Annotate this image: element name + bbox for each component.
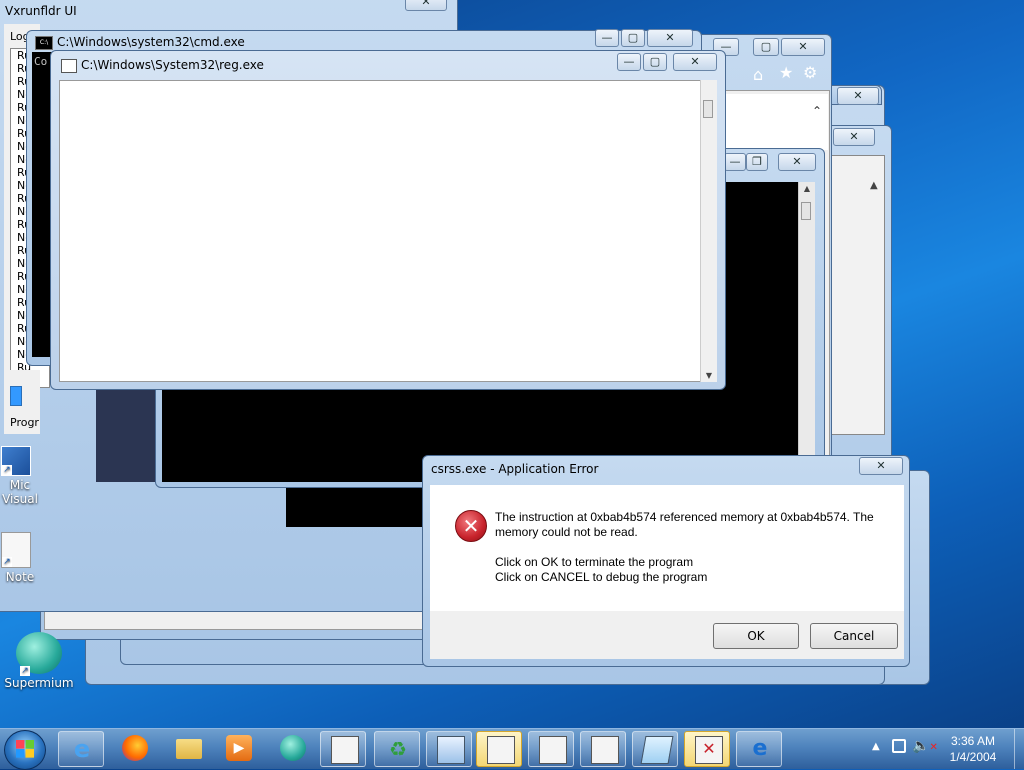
- taskbar-ie-button[interactable]: e: [58, 731, 104, 767]
- browser-top-strip: [720, 94, 828, 150]
- home-icon[interactable]: ⌂: [753, 65, 763, 84]
- desktop-icon-label: Supermium: [4, 676, 74, 690]
- reg-maximize-button[interactable]: ▢: [643, 53, 667, 71]
- reg-app-icon: [61, 59, 77, 73]
- console-mid-scrollbar[interactable]: ▲: [798, 182, 815, 482]
- desktop-icon-label-2: Visual: [2, 492, 38, 506]
- console-mid-restore-button[interactable]: ❐: [746, 153, 768, 171]
- taskbar-window-button-1[interactable]: [320, 731, 366, 767]
- cmd-minimize-button[interactable]: —: [595, 29, 619, 47]
- vxrun-close-button[interactable]: ✕: [405, 0, 447, 11]
- desktop-icon-supermium[interactable]: ↗ Supermium: [4, 632, 74, 690]
- shortcut-arrow-icon: ↗: [2, 465, 12, 475]
- cmd-maximize-button[interactable]: ▢: [621, 29, 645, 47]
- tools-gear-icon[interactable]: ⚙: [803, 63, 817, 82]
- start-button[interactable]: [4, 730, 46, 770]
- scroll-up-arrow[interactable]: ▲: [799, 184, 815, 193]
- error-hint-line-2: Click on CANCEL to debug the program: [495, 570, 708, 584]
- desktop-icon-label: Mic: [9, 478, 31, 492]
- reg-minimize-button[interactable]: —: [617, 53, 641, 71]
- cancel-button[interactable]: Cancel: [810, 623, 898, 649]
- scroll-down-arrow[interactable]: ▼: [701, 371, 717, 380]
- cmd-close-button[interactable]: ✕: [647, 29, 693, 47]
- scroll-thumb[interactable]: [703, 100, 713, 118]
- browser-close-button[interactable]: ✕: [781, 38, 825, 56]
- desktop-icon-notepad[interactable]: ↗ Note: [0, 532, 50, 584]
- reg-close-button[interactable]: ✕: [673, 53, 717, 71]
- app-window-icon: [331, 736, 359, 764]
- clock[interactable]: 3:36 AM 1/4/2004: [940, 733, 1006, 765]
- taskbar: e ▶ ♻ ✕ e ▲ 🔈✕ 3:36 AM 1/4/2004: [0, 728, 1024, 770]
- shortcut-arrow-icon: ↗: [2, 557, 12, 567]
- taskbar-ie-window-button[interactable]: e: [736, 731, 782, 767]
- vxrun-title: Vxrunfldr UI: [5, 4, 77, 18]
- favorites-star-icon[interactable]: ★: [779, 63, 793, 82]
- taskbar-recycle-bin-button[interactable]: ♻: [374, 731, 420, 767]
- taskbar-media-player-button[interactable]: ▶: [216, 731, 262, 767]
- desktop-icon-label: Note: [5, 570, 35, 584]
- bg-window-frame-3-client: [830, 155, 885, 435]
- folder-icon: [176, 739, 202, 759]
- error-message: The instruction at 0xbab4b574 referenced…: [495, 510, 895, 585]
- vxrun-progress-bar: [10, 386, 22, 406]
- error-icon: ✕: [455, 510, 487, 542]
- bg3-scroll-up[interactable]: ▲: [870, 180, 878, 191]
- visual-studio-icon: ↗: [1, 446, 31, 476]
- reg-title: C:\Windows\System32\reg.exe: [81, 58, 264, 72]
- error-hint-line-1: Click on OK to terminate the program: [495, 555, 694, 569]
- media-player-icon: ▶: [226, 735, 252, 761]
- error-message-line-2: memory could not be read.: [495, 525, 638, 539]
- browser-maximize-button[interactable]: ▢: [753, 38, 779, 56]
- taskbar-window-button-6[interactable]: ✕: [684, 731, 730, 767]
- error-message-line-1: The instruction at 0xbab4b574 referenced…: [495, 510, 874, 524]
- supermium-icon: [280, 735, 306, 761]
- app-window-icon: [591, 736, 619, 764]
- console-mid-close-button[interactable]: ✕: [778, 153, 816, 171]
- firefox-icon: [122, 735, 148, 761]
- vxrun-lower-client: Progr: [4, 370, 40, 434]
- app-window-icon: ✕: [695, 736, 723, 764]
- show-hidden-icons-arrow[interactable]: ▲: [872, 741, 880, 752]
- browser-scroll-up[interactable]: ⌃: [812, 104, 822, 118]
- taskbar-window-button-5[interactable]: [580, 731, 626, 767]
- taskbar-window-button-4[interactable]: [528, 731, 574, 767]
- desktop-icon-visual-studio[interactable]: ↗ Mic Visual: [0, 446, 50, 506]
- show-desktop-button[interactable]: [1014, 729, 1024, 769]
- shortcut-arrow-icon: ↗: [20, 666, 30, 676]
- cmd-app-icon: C:\: [35, 36, 53, 50]
- taskbar-explorer-button[interactable]: [166, 731, 212, 767]
- clock-date: 1/4/2004: [949, 750, 997, 764]
- internet-explorer-icon: e: [73, 735, 91, 763]
- notepad-icon: [640, 736, 674, 764]
- app-window-icon: [539, 736, 567, 764]
- taskbar-window-button-3[interactable]: [476, 731, 522, 767]
- recycle-bin-icon: ♻: [389, 737, 407, 761]
- app-window-icon: [437, 736, 465, 764]
- internet-explorer-icon: e: [752, 736, 768, 761]
- bg3-close-button[interactable]: ✕: [833, 128, 875, 146]
- clock-time: 3:36 AM: [950, 734, 996, 748]
- network-icon[interactable]: [892, 739, 906, 753]
- reg-scrollbar[interactable]: ▼: [700, 80, 717, 382]
- cmd-title: C:\Windows\system32\cmd.exe: [57, 35, 245, 49]
- error-dialog-title: csrss.exe - Application Error: [431, 462, 599, 476]
- taskbar-window-button-2[interactable]: [426, 731, 472, 767]
- ok-button[interactable]: OK: [713, 623, 799, 649]
- error-dialog-close-button[interactable]: ✕: [859, 457, 903, 475]
- bg2-close-button[interactable]: ✕: [837, 87, 879, 105]
- windows-start-orb-icon: [16, 740, 34, 758]
- notepad-icon: ↗: [1, 532, 31, 568]
- reg-screen: [59, 80, 701, 382]
- console-mid-minimize-button[interactable]: —: [724, 153, 746, 171]
- taskbar-supermium-button[interactable]: [270, 731, 316, 767]
- volume-muted-icon[interactable]: 🔈✕: [912, 738, 938, 754]
- taskbar-firefox-button[interactable]: [112, 731, 158, 767]
- vxrun-progress-label: Progr: [10, 416, 39, 429]
- supermium-icon: ↗: [16, 632, 62, 676]
- scroll-thumb[interactable]: [801, 202, 811, 220]
- app-window-icon: [487, 736, 515, 764]
- taskbar-notepad-button[interactable]: [632, 731, 678, 767]
